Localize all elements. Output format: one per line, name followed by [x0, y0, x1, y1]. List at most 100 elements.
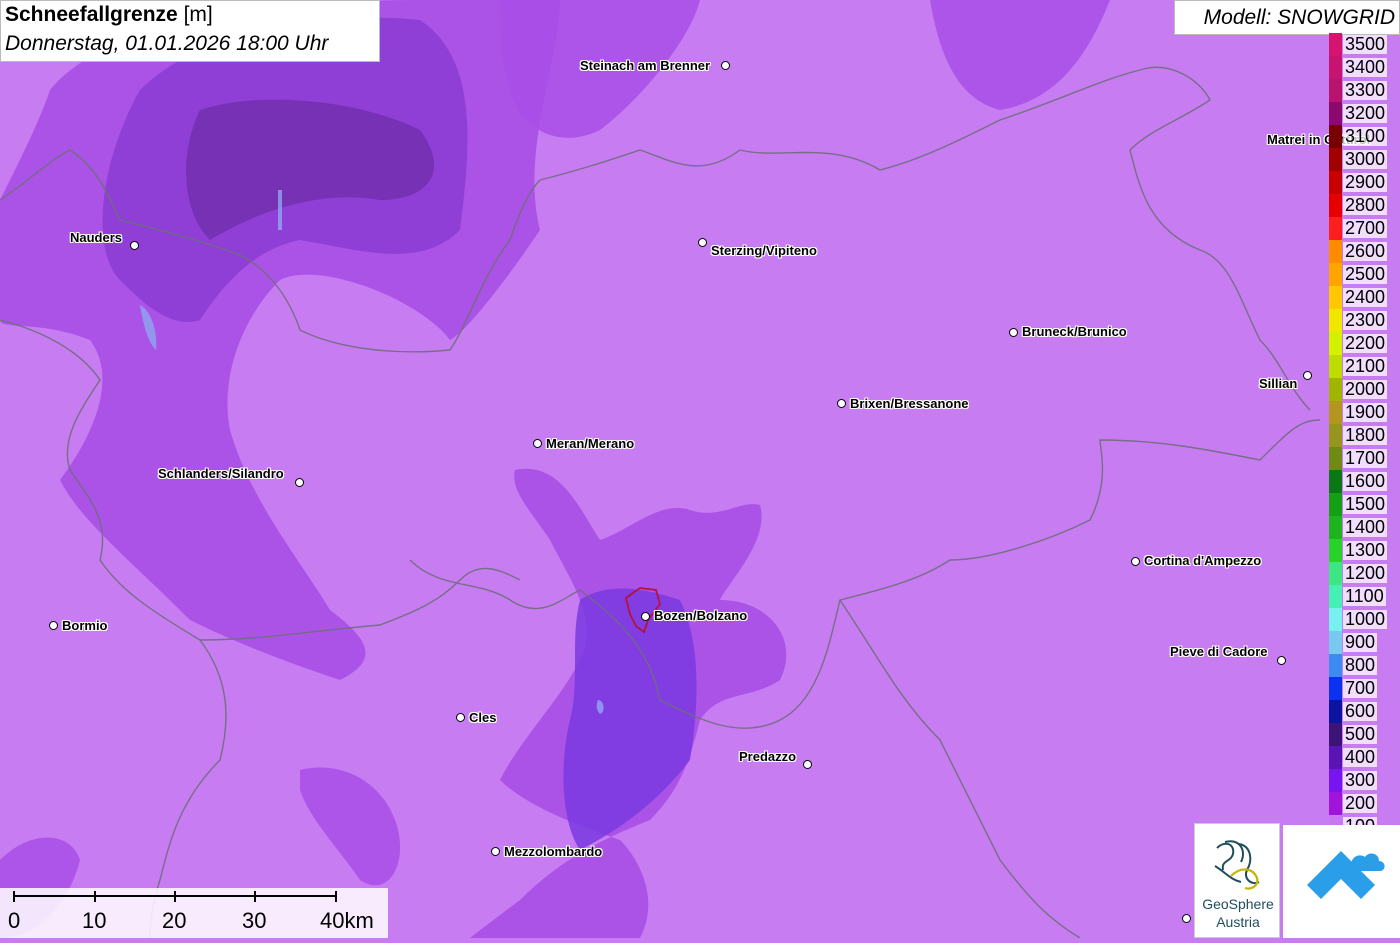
- legend-row: 1900: [1329, 401, 1400, 424]
- legend-label: 600: [1343, 701, 1378, 721]
- color-legend: 3500 3400 3300 3200 3100 3000 2900 2800 2700 2600…: [1329, 33, 1400, 838]
- legend-row: 1400: [1329, 516, 1400, 539]
- legend-row: 1600: [1329, 470, 1400, 493]
- legend-row: 1200: [1329, 562, 1400, 585]
- legend-swatch: [1329, 723, 1342, 746]
- legend-row: 400: [1329, 746, 1400, 769]
- city-label: Predazzo: [739, 749, 797, 764]
- scale-label: 10: [82, 908, 107, 933]
- legend-label: 1500: [1343, 494, 1388, 514]
- legend-swatch: [1329, 240, 1342, 263]
- legend-swatch: [1329, 217, 1342, 240]
- legend-label: 3000: [1343, 149, 1388, 169]
- legend-swatch: [1329, 700, 1342, 723]
- legend-row: 2200: [1329, 332, 1400, 355]
- legend-swatch: [1329, 148, 1342, 171]
- legend-label: 2000: [1343, 379, 1388, 399]
- city-marker: [1303, 371, 1312, 380]
- legend-swatch: [1329, 33, 1342, 56]
- legend-row: 1300: [1329, 539, 1400, 562]
- legend-row: 1800: [1329, 424, 1400, 447]
- city-label: Meran/Merano: [546, 436, 635, 451]
- legend-label: 1600: [1343, 471, 1388, 491]
- legend-swatch: [1329, 654, 1342, 677]
- city-marker: [49, 621, 58, 630]
- legend-swatch: [1329, 401, 1342, 424]
- city-label: Schlanders/Silandro: [158, 466, 284, 481]
- legend-label: 2300: [1343, 310, 1388, 330]
- legend-row: 600: [1329, 700, 1400, 723]
- legend-label: 1900: [1343, 402, 1388, 422]
- legend-row: 3200: [1329, 102, 1400, 125]
- legend-row: 2000: [1329, 378, 1400, 401]
- legend-swatch: [1329, 263, 1342, 286]
- legend-row: 200: [1329, 792, 1400, 815]
- legend-label: 2600: [1343, 241, 1388, 261]
- legend-row: 1700: [1329, 447, 1400, 470]
- city-marker: [1131, 557, 1140, 566]
- legend-row: 1100: [1329, 585, 1400, 608]
- legend-row: 1000: [1329, 608, 1400, 631]
- city-label: Nauders: [70, 230, 123, 245]
- legend-swatch: [1329, 56, 1342, 79]
- legend-label: 1800: [1343, 425, 1388, 445]
- legend-swatch: [1329, 539, 1342, 562]
- legend-label: 3100: [1343, 126, 1388, 146]
- legend-swatch: [1329, 447, 1342, 470]
- city-marker: [837, 399, 846, 408]
- legend-swatch: [1329, 769, 1342, 792]
- legend-label: 2500: [1343, 264, 1388, 284]
- city-marker: [295, 478, 304, 487]
- legend-swatch: [1329, 677, 1342, 700]
- city-marker: [721, 61, 730, 70]
- legend-label: 1100: [1343, 586, 1386, 606]
- scale-label: 30: [242, 908, 267, 933]
- legend-label: 2100: [1343, 356, 1388, 376]
- city-label: Sterzing/Vipiteno: [711, 243, 817, 258]
- map-title: Schneefallgrenze [m]: [5, 3, 213, 26]
- legend-swatch: [1329, 631, 1342, 654]
- scale-label: 0: [8, 908, 21, 933]
- legend-swatch: [1329, 378, 1342, 401]
- geosphere-country: Austria: [1216, 914, 1260, 930]
- app-logo[interactable]: [1283, 825, 1400, 938]
- legend-swatch: [1329, 516, 1342, 539]
- scale-label: 20: [162, 908, 187, 933]
- city-label: Brixen/Bressanone: [850, 396, 969, 411]
- legend-label: 3200: [1343, 103, 1388, 123]
- legend-row: 1500: [1329, 493, 1400, 516]
- city-label: Cortina d'Ampezzo: [1144, 553, 1262, 568]
- legend-swatch: [1329, 125, 1342, 148]
- city-marker: [533, 439, 542, 448]
- legend-label: 800: [1343, 655, 1378, 675]
- scale-label: 40km: [320, 908, 374, 933]
- legend-row: 2800: [1329, 194, 1400, 217]
- legend-label: 1700: [1343, 448, 1388, 468]
- geosphere-emblem-icon: [1214, 840, 1260, 890]
- city-label: Steinach am Brenner: [580, 58, 711, 73]
- legend-label: 300: [1343, 770, 1378, 790]
- legend-label: 2400: [1343, 287, 1388, 307]
- city-label: Cles: [469, 710, 497, 725]
- legend-row: 2700: [1329, 217, 1400, 240]
- legend-swatch: [1329, 171, 1342, 194]
- legend-swatch: [1329, 792, 1342, 815]
- legend-row: 700: [1329, 677, 1400, 700]
- title-box: Schneefallgrenze [m] Donnerstag, 01.01.2…: [0, 0, 380, 62]
- legend-row: 3500: [1329, 33, 1400, 56]
- legend-label: 1400: [1343, 517, 1388, 537]
- legend-swatch: [1329, 332, 1342, 355]
- legend-swatch: [1329, 608, 1342, 631]
- legend-swatch: [1329, 102, 1342, 125]
- legend-swatch: [1329, 286, 1342, 309]
- model-label: Modell: SNOWGRID: [1203, 6, 1395, 29]
- model-box: Modell: SNOWGRID: [1174, 0, 1400, 35]
- legend-label: 1200: [1343, 563, 1388, 583]
- legend-row: 500: [1329, 723, 1400, 746]
- map-datetime: Donnerstag, 01.01.2026 18:00 Uhr: [5, 32, 329, 55]
- city-marker: [1277, 656, 1286, 665]
- legend-row: 3100: [1329, 125, 1400, 148]
- lake-north: [278, 190, 282, 230]
- city-label: Pieve di Cadore: [1170, 644, 1268, 659]
- geosphere-logo[interactable]: GeoSphere Austria: [1194, 823, 1280, 938]
